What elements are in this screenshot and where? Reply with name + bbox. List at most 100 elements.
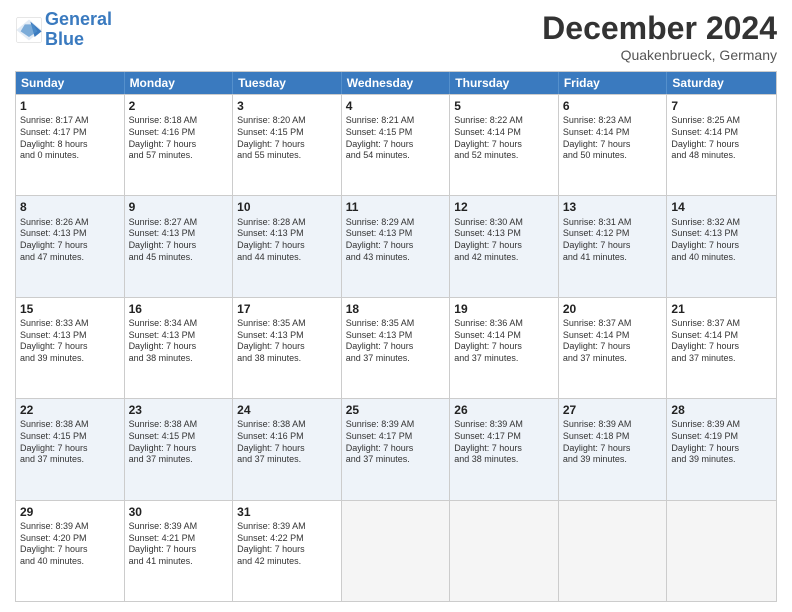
cell-info-line: Sunrise: 8:28 AM (237, 217, 337, 229)
cell-info-line: and 48 minutes. (671, 150, 772, 162)
day-number: 11 (346, 199, 446, 215)
cell-info-line: Daylight: 7 hours (237, 544, 337, 556)
cell-info-line: Sunset: 4:14 PM (671, 127, 772, 139)
calendar-cell: 5Sunrise: 8:22 AMSunset: 4:14 PMDaylight… (450, 95, 559, 195)
cell-info-line: and 40 minutes. (20, 556, 120, 568)
day-number: 16 (129, 301, 229, 317)
cell-info-line: and 37 minutes. (237, 454, 337, 466)
cell-info-line: Sunrise: 8:37 AM (563, 318, 663, 330)
cell-info-line: Sunrise: 8:23 AM (563, 115, 663, 127)
calendar-cell: 25Sunrise: 8:39 AMSunset: 4:17 PMDayligh… (342, 399, 451, 499)
calendar-cell: 23Sunrise: 8:38 AMSunset: 4:15 PMDayligh… (125, 399, 234, 499)
calendar-cell (667, 501, 776, 601)
cell-info-line: Sunset: 4:14 PM (563, 127, 663, 139)
cell-info-line: Sunset: 4:21 PM (129, 533, 229, 545)
cell-info-line: and 0 minutes. (20, 150, 120, 162)
title-block: December 2024 Quakenbrueck, Germany (542, 10, 777, 63)
calendar-cell: 13Sunrise: 8:31 AMSunset: 4:12 PMDayligh… (559, 196, 668, 296)
cell-info-line: Sunset: 4:13 PM (237, 228, 337, 240)
cell-info-line: and 41 minutes. (129, 556, 229, 568)
month-title: December 2024 (542, 10, 777, 47)
header-day-saturday: Saturday (667, 72, 776, 94)
cell-info-line: Daylight: 7 hours (237, 139, 337, 151)
cell-info-line: Sunset: 4:15 PM (237, 127, 337, 139)
cell-info-line: Daylight: 7 hours (454, 341, 554, 353)
day-number: 5 (454, 98, 554, 114)
calendar-cell: 10Sunrise: 8:28 AMSunset: 4:13 PMDayligh… (233, 196, 342, 296)
cell-info-line: Daylight: 7 hours (563, 240, 663, 252)
logo-blue: Blue (45, 29, 84, 49)
cell-info-line: Daylight: 7 hours (346, 341, 446, 353)
cell-info-line: Sunset: 4:13 PM (20, 330, 120, 342)
calendar-cell: 21Sunrise: 8:37 AMSunset: 4:14 PMDayligh… (667, 298, 776, 398)
header-day-sunday: Sunday (16, 72, 125, 94)
cell-info-line: Sunrise: 8:37 AM (671, 318, 772, 330)
cell-info-line: Sunset: 4:13 PM (237, 330, 337, 342)
calendar-cell: 6Sunrise: 8:23 AMSunset: 4:14 PMDaylight… (559, 95, 668, 195)
cell-info-line: Sunrise: 8:26 AM (20, 217, 120, 229)
cell-info-line: Daylight: 7 hours (129, 240, 229, 252)
cell-info-line: and 39 minutes. (563, 454, 663, 466)
cell-info-line: Daylight: 7 hours (454, 240, 554, 252)
day-number: 13 (563, 199, 663, 215)
cell-info-line: Sunrise: 8:39 AM (454, 419, 554, 431)
cell-info-line: Sunrise: 8:20 AM (237, 115, 337, 127)
calendar-cell (450, 501, 559, 601)
calendar-row-2: 8Sunrise: 8:26 AMSunset: 4:13 PMDaylight… (16, 195, 776, 296)
cell-info-line: Sunrise: 8:39 AM (346, 419, 446, 431)
cell-info-line: and 52 minutes. (454, 150, 554, 162)
cell-info-line: Daylight: 7 hours (563, 139, 663, 151)
calendar-cell: 26Sunrise: 8:39 AMSunset: 4:17 PMDayligh… (450, 399, 559, 499)
cell-info-line: and 54 minutes. (346, 150, 446, 162)
calendar-cell: 15Sunrise: 8:33 AMSunset: 4:13 PMDayligh… (16, 298, 125, 398)
cell-info-line: and 50 minutes. (563, 150, 663, 162)
cell-info-line: Sunset: 4:20 PM (20, 533, 120, 545)
cell-info-line: Daylight: 7 hours (129, 341, 229, 353)
cell-info-line: and 47 minutes. (20, 252, 120, 264)
cell-info-line: Daylight: 7 hours (20, 544, 120, 556)
cell-info-line: Daylight: 7 hours (237, 240, 337, 252)
header-day-monday: Monday (125, 72, 234, 94)
cell-info-line: Daylight: 7 hours (237, 443, 337, 455)
cell-info-line: and 43 minutes. (346, 252, 446, 264)
day-number: 21 (671, 301, 772, 317)
cell-info-line: and 42 minutes. (454, 252, 554, 264)
day-number: 25 (346, 402, 446, 418)
cell-info-line: Sunrise: 8:39 AM (237, 521, 337, 533)
cell-info-line: and 41 minutes. (563, 252, 663, 264)
day-number: 30 (129, 504, 229, 520)
cell-info-line: Sunset: 4:14 PM (454, 330, 554, 342)
day-number: 24 (237, 402, 337, 418)
day-number: 19 (454, 301, 554, 317)
cell-info-line: and 40 minutes. (671, 252, 772, 264)
calendar-cell: 11Sunrise: 8:29 AMSunset: 4:13 PMDayligh… (342, 196, 451, 296)
cell-info-line: and 37 minutes. (454, 353, 554, 365)
calendar-cell: 19Sunrise: 8:36 AMSunset: 4:14 PMDayligh… (450, 298, 559, 398)
calendar-cell: 8Sunrise: 8:26 AMSunset: 4:13 PMDaylight… (16, 196, 125, 296)
cell-info-line: and 45 minutes. (129, 252, 229, 264)
cell-info-line: and 38 minutes. (237, 353, 337, 365)
calendar-cell: 16Sunrise: 8:34 AMSunset: 4:13 PMDayligh… (125, 298, 234, 398)
cell-info-line: Sunrise: 8:17 AM (20, 115, 120, 127)
cell-info-line: Sunset: 4:17 PM (346, 431, 446, 443)
cell-info-line: Daylight: 7 hours (454, 139, 554, 151)
cell-info-line: Sunset: 4:13 PM (671, 228, 772, 240)
cell-info-line: Daylight: 7 hours (671, 139, 772, 151)
cell-info-line: Sunrise: 8:39 AM (129, 521, 229, 533)
cell-info-line: and 55 minutes. (237, 150, 337, 162)
cell-info-line: Daylight: 7 hours (237, 341, 337, 353)
cell-info-line: Sunrise: 8:29 AM (346, 217, 446, 229)
day-number: 9 (129, 199, 229, 215)
cell-info-line: Sunrise: 8:33 AM (20, 318, 120, 330)
cell-info-line: and 38 minutes. (454, 454, 554, 466)
cell-info-line: Sunrise: 8:32 AM (671, 217, 772, 229)
cell-info-line: Sunrise: 8:38 AM (20, 419, 120, 431)
calendar-cell: 20Sunrise: 8:37 AMSunset: 4:14 PMDayligh… (559, 298, 668, 398)
cell-info-line: Daylight: 7 hours (563, 443, 663, 455)
calendar-cell: 4Sunrise: 8:21 AMSunset: 4:15 PMDaylight… (342, 95, 451, 195)
cell-info-line: Sunrise: 8:39 AM (671, 419, 772, 431)
calendar-row-1: 1Sunrise: 8:17 AMSunset: 4:17 PMDaylight… (16, 94, 776, 195)
location: Quakenbrueck, Germany (542, 47, 777, 63)
day-number: 4 (346, 98, 446, 114)
cell-info-line: Sunset: 4:13 PM (129, 330, 229, 342)
